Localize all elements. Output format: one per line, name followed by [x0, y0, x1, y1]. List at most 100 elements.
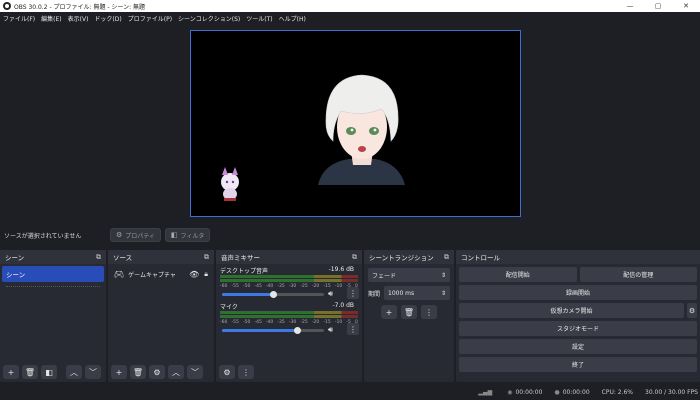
channel-db: -7.0 dB — [332, 302, 354, 309]
record-time: 00:00:00 — [562, 388, 590, 396]
virtual-camera-settings-gear-icon[interactable]: ⚙ — [687, 303, 697, 318]
window-titlebar: OBS 30.0.2 - プロファイル: 無題 - シーン: 無題 — ▢ ✕ — [0, 0, 700, 12]
properties-button[interactable]: ⚙ プロパティ — [110, 228, 161, 242]
source-toolbar: ソースが選択されていません ⚙ プロパティ ◧ フィルタ — [0, 224, 700, 246]
popout-icon[interactable]: ⧉ — [96, 253, 101, 262]
channel-menu-button[interactable]: ⋮ — [347, 323, 359, 335]
move-scene-down-button[interactable]: ﹀ — [85, 365, 101, 379]
start-recording-button[interactable]: 録画開始 — [459, 285, 697, 300]
stream-status: ◉ 00:00:00 — [507, 389, 542, 396]
preview-canvas[interactable] — [190, 30, 521, 217]
menu-tools[interactable]: ツール(T) — [243, 14, 275, 23]
filter-icon: ◧ — [170, 231, 178, 239]
volume-slider[interactable] — [222, 327, 324, 334]
speaker-icon[interactable]: 🔊︎ — [328, 325, 333, 335]
stream-time: 00:00:00 — [515, 388, 543, 396]
add-source-button[interactable]: + — [111, 365, 127, 379]
duration-label: 期間 — [368, 290, 381, 298]
remove-source-button[interactable]: 🗑 — [130, 365, 146, 379]
obs-logo-icon — [3, 2, 11, 10]
popout-icon[interactable]: ⧉ — [204, 253, 209, 262]
remove-scene-button[interactable]: 🗑 — [22, 365, 38, 379]
exit-button[interactable]: 終了 — [459, 357, 697, 372]
minimize-button[interactable]: — — [616, 0, 644, 12]
popout-icon[interactable]: ⧉ — [444, 253, 449, 262]
meter-tick-label: -40 — [265, 320, 274, 325]
scenes-dock-header: シーン ⧉ — [0, 250, 106, 264]
sources-toolbar: + 🗑 ⚙ ︿ ﹀ — [108, 362, 214, 382]
scene-list-item[interactable]: シーン — [2, 266, 104, 282]
source-name: ゲームキャプチャ — [128, 271, 176, 279]
channel-name: マイク — [220, 304, 238, 311]
settings-button[interactable]: 設定 — [459, 339, 697, 354]
duration-input[interactable]: 1000 ms ⇕ — [384, 286, 450, 300]
filters-button[interactable]: ◧ フィルタ — [164, 228, 211, 242]
menu-docks[interactable]: ドック(D) — [91, 14, 124, 23]
volume-slider[interactable] — [222, 291, 324, 298]
menu-scene-collection[interactable]: シーンコレクション(S) — [175, 14, 243, 23]
maximize-button[interactable]: ▢ — [644, 0, 672, 12]
slider-knob[interactable] — [294, 327, 302, 334]
meter-tick-label: -20 — [311, 284, 320, 289]
menu-view[interactable]: 表示(V) — [65, 14, 92, 23]
menu-help[interactable]: ヘルプ(H) — [276, 14, 309, 23]
preview-scene-image — [221, 74, 405, 201]
mixer-title: 音声ミキサー — [221, 254, 260, 262]
updown-icon: ⇕ — [440, 289, 446, 297]
lock-icon[interactable]: 🔒︎ — [204, 270, 208, 279]
start-streaming-button[interactable]: 配信開始 — [459, 267, 577, 282]
slider-knob[interactable] — [270, 291, 277, 298]
meter-tick-label: -50 — [242, 320, 251, 325]
meter-tick-label: -35 — [277, 284, 285, 289]
manage-broadcast-button[interactable]: 配信の管理 — [579, 267, 697, 282]
meter-tick-label: -35 — [277, 320, 285, 325]
meter-tick-label: -10 — [334, 284, 343, 289]
small-mascot — [221, 167, 239, 201]
controls-row: 録画開始 — [459, 285, 697, 300]
volume-meter — [220, 279, 358, 282]
transition-type-select[interactable]: フェード ⇕ — [368, 268, 450, 282]
move-scene-up-button[interactable]: ︿ — [66, 365, 82, 379]
scenes-title: シーン — [5, 254, 25, 262]
controls-row: 仮想カメラ開始 ⚙ — [459, 303, 697, 318]
start-virtual-camera-button[interactable]: 仮想カメラ開始 — [459, 303, 684, 318]
controls-row: 終了 — [459, 357, 697, 372]
gamepad-icon: 🎮︎ — [114, 269, 125, 279]
volume-meter — [220, 275, 358, 278]
channel-menu-button[interactable]: ⋮ — [347, 287, 359, 299]
volume-meter — [220, 315, 358, 318]
transitions-title: シーントランジション — [369, 254, 434, 262]
add-scene-button[interactable]: + — [3, 365, 19, 379]
volume-meter — [220, 311, 358, 314]
move-source-up-button[interactable]: ︿ — [168, 365, 184, 379]
close-button[interactable]: ✕ — [672, 0, 700, 12]
visibility-eye-icon[interactable]: 👁︎ — [189, 270, 199, 279]
popout-icon[interactable]: ⧉ — [352, 253, 357, 262]
source-properties-button[interactable]: ⚙ — [149, 365, 165, 379]
speaker-icon[interactable]: 🔊︎ — [328, 289, 333, 299]
menu-edit[interactable]: 編集(E) — [38, 14, 64, 23]
preview-area — [0, 24, 700, 222]
controls-row: 配信開始 配信の管理 — [459, 267, 697, 282]
mixer-menu-button[interactable]: ⋮ — [238, 365, 254, 379]
studio-mode-button[interactable]: スタジオモード — [459, 321, 697, 336]
controls-title: コントロール — [461, 254, 500, 262]
controls-row: スタジオモード — [459, 321, 697, 336]
transition-type-value: フェード — [372, 272, 397, 280]
status-bar: ▂▄▆ ◉ 00:00:00 ● 00:00:00 CPU: 2.6% 30.00 … — [0, 384, 700, 400]
transition-menu-button[interactable]: ⋮ — [421, 305, 437, 319]
scene-transitions-dock: シーントランジション ⧉ フェード ⇕ 期間 1000 ms ⇕ + 🗑 ⋮ — [364, 250, 454, 382]
channel-name: デスクトップ音声 — [220, 268, 269, 275]
move-source-down-button[interactable]: ﹀ — [187, 365, 203, 379]
remove-transition-button[interactable]: 🗑 — [401, 305, 417, 319]
cpu-usage: CPU: 2.6% — [601, 388, 634, 396]
menu-profile[interactable]: プロファイル(P) — [125, 14, 175, 23]
duration-value: 1000 ms — [388, 289, 415, 297]
meter-tick-label: -30 — [288, 284, 297, 289]
advanced-audio-button[interactable]: ⚙ — [219, 365, 235, 379]
menu-file[interactable]: ファイル(F) — [0, 14, 38, 23]
source-list-item[interactable]: 🎮︎ ゲームキャプチャ 👁︎ 🔒︎ — [108, 267, 214, 281]
scene-filters-button[interactable]: ◧ — [41, 365, 57, 379]
add-transition-button[interactable]: + — [381, 305, 397, 319]
meter-tick-label: -60 — [220, 284, 228, 289]
